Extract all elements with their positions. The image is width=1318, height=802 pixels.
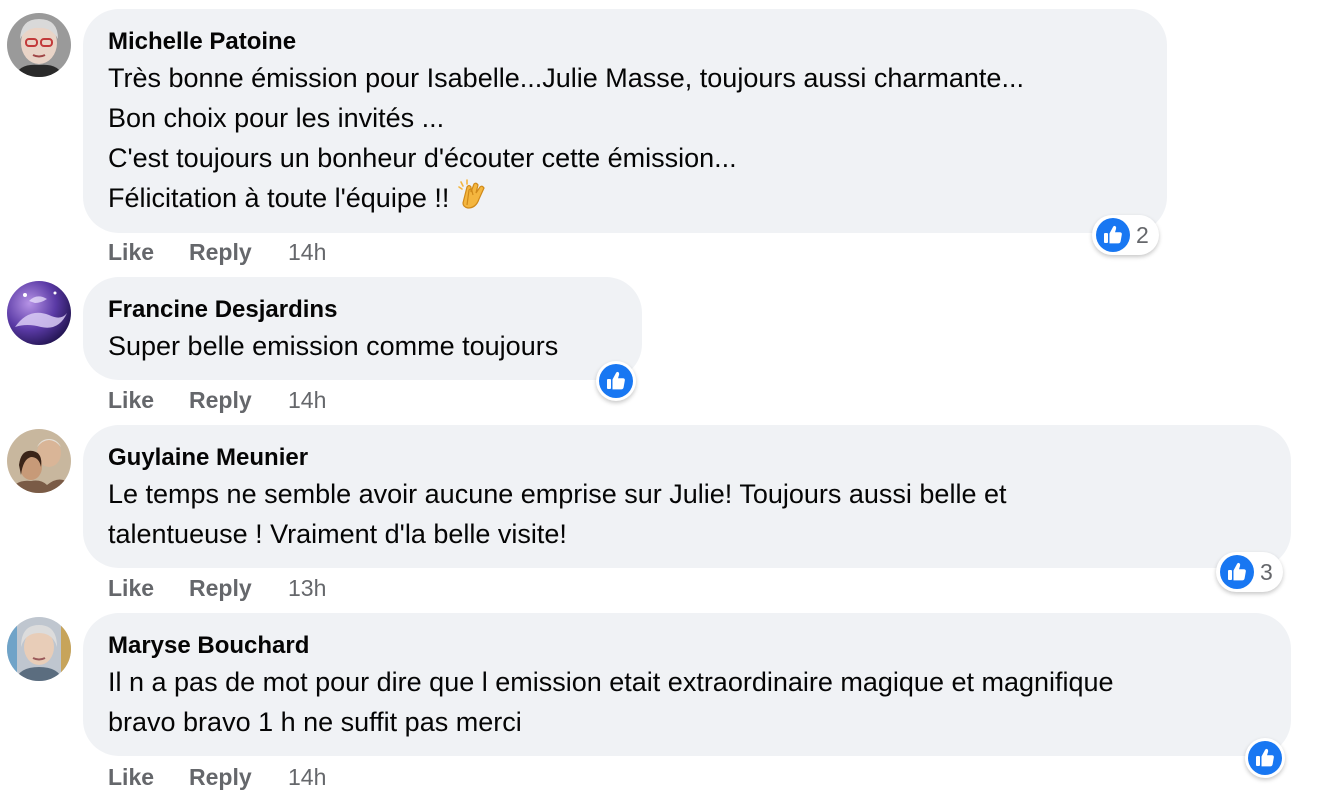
reply-button[interactable]: Reply <box>189 761 252 793</box>
comment-bubble: Francine Desjardins Super belle emission… <box>83 277 642 380</box>
comment-text-line: bravo bravo 1 h ne suffit pas merci <box>108 707 522 737</box>
avatar[interactable] <box>7 617 71 681</box>
reply-button[interactable]: Reply <box>189 572 252 604</box>
thumbs-up-icon <box>1248 741 1282 775</box>
comment-text-line: talentueuse ! Vraiment d'la belle visite… <box>108 519 567 549</box>
comment-text-line: Félicitation à toute l'équipe !! <box>108 178 1143 222</box>
avatar-image <box>7 617 71 681</box>
reaction-count: 2 <box>1136 221 1149 248</box>
reaction-count: 3 <box>1260 558 1273 585</box>
avatar[interactable] <box>7 429 71 493</box>
comment-text: Félicitation à toute l'équipe !! <box>108 183 450 213</box>
comment-bubble: Michelle Patoine Très bonne émission pou… <box>83 9 1167 233</box>
avatar[interactable] <box>7 13 71 77</box>
reaction-badge[interactable] <box>1245 738 1285 778</box>
comment-timestamp[interactable]: 14h <box>288 761 326 793</box>
comment-author[interactable]: Michelle Patoine <box>108 26 1143 58</box>
reaction-badge[interactable] <box>596 361 636 401</box>
comment-timestamp[interactable]: 13h <box>288 572 326 604</box>
comment-timestamp[interactable]: 14h <box>288 384 326 416</box>
comment-text-line: Super belle emission comme toujours <box>108 331 559 361</box>
comment-text-line: Bon choix pour les invités ... <box>108 103 445 133</box>
comment-actions: Like Reply 14h <box>108 384 408 416</box>
avatar[interactable] <box>7 281 71 345</box>
comment-text-line: Très bonne émission pour Isabelle...Juli… <box>108 63 1024 93</box>
like-button[interactable]: Like <box>108 572 154 604</box>
reply-button[interactable]: Reply <box>189 384 252 416</box>
like-button[interactable]: Like <box>108 761 154 793</box>
clapping-hands-icon <box>457 179 489 222</box>
thumbs-up-icon <box>1220 555 1254 589</box>
comment-author[interactable]: Maryse Bouchard <box>108 630 1267 662</box>
comment-author[interactable]: Guylaine Meunier <box>108 442 1267 474</box>
avatar-image <box>7 13 71 77</box>
like-button[interactable]: Like <box>108 236 154 268</box>
thumbs-up-icon <box>599 364 633 398</box>
comment-text-line: Le temps ne semble avoir aucune emprise … <box>108 479 1007 509</box>
comment-actions: Like Reply 14h <box>108 236 408 268</box>
like-button[interactable]: Like <box>108 384 154 416</box>
comment-bubble: Maryse Bouchard Il n a pas de mot pour d… <box>83 613 1291 756</box>
comment-bubble: Guylaine Meunier Le temps ne semble avoi… <box>83 425 1291 568</box>
comment-actions: Like Reply 13h <box>108 572 408 604</box>
comment-text-line: C'est toujours un bonheur d'écouter cett… <box>108 143 737 173</box>
reaction-badge[interactable]: 3 <box>1216 552 1283 592</box>
comment-actions: Like Reply 14h <box>108 761 408 793</box>
comment-timestamp[interactable]: 14h <box>288 236 326 268</box>
comment-text-line: Il n a pas de mot pour dire que l emissi… <box>108 667 1114 697</box>
avatar-image <box>7 281 71 345</box>
reaction-badge[interactable]: 2 <box>1092 215 1159 255</box>
avatar-image <box>7 429 71 493</box>
thumbs-up-icon <box>1096 218 1130 252</box>
reply-button[interactable]: Reply <box>189 236 252 268</box>
comment-author[interactable]: Francine Desjardins <box>108 294 618 326</box>
